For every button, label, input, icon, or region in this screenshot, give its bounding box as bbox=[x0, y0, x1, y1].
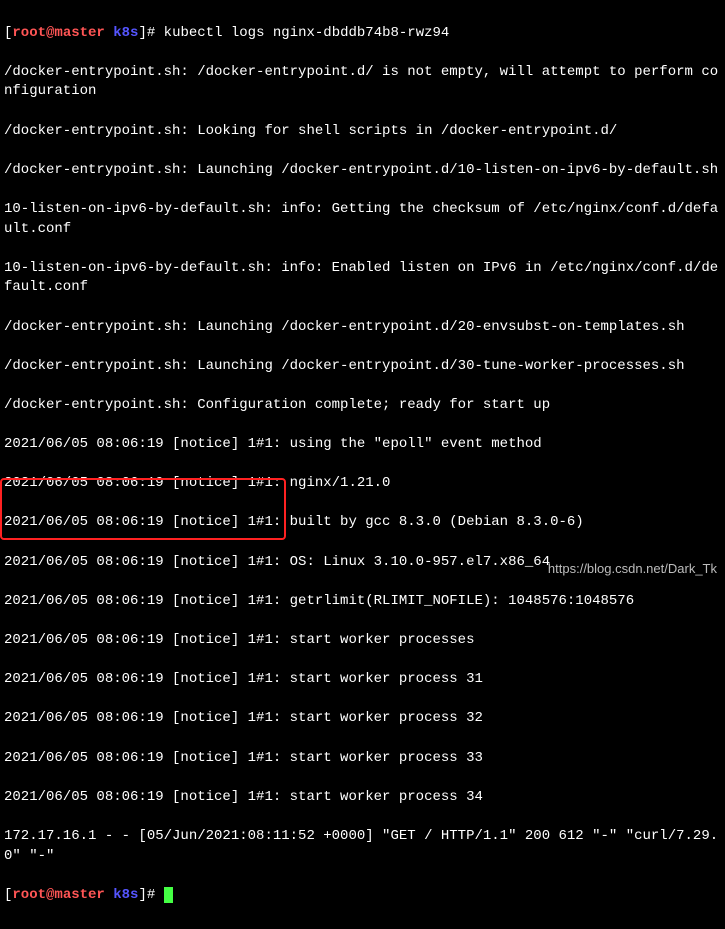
log-line: /docker-entrypoint.sh: Launching /docker… bbox=[4, 318, 721, 338]
log-line: 2021/06/05 08:06:19 [notice] 1#1: getrli… bbox=[4, 592, 721, 612]
prompt-symbol: ]# bbox=[138, 25, 163, 41]
prompt-bracket: [ bbox=[4, 887, 12, 903]
log-line: /docker-entrypoint.sh: Launching /docker… bbox=[4, 357, 721, 377]
log-line: 2021/06/05 08:06:19 [notice] 1#1: start … bbox=[4, 749, 721, 769]
log-line: 2021/06/05 08:06:19 [notice] 1#1: built … bbox=[4, 513, 721, 533]
log-line: /docker-entrypoint.sh: Looking for shell… bbox=[4, 122, 721, 142]
prompt-path: k8s bbox=[105, 887, 139, 903]
command-text: kubectl logs nginx-dbddb74b8-rwz94 bbox=[164, 25, 450, 41]
prompt-path: k8s bbox=[105, 25, 139, 41]
log-line: 2021/06/05 08:06:19 [notice] 1#1: start … bbox=[4, 631, 721, 651]
log-line: 2021/06/05 08:06:19 [notice] 1#1: nginx/… bbox=[4, 474, 721, 494]
prompt-line: [root@master k8s]# bbox=[4, 886, 721, 906]
log-line: 2021/06/05 08:06:19 [notice] 1#1: using … bbox=[4, 435, 721, 455]
terminal-output[interactable]: [root@master k8s]# kubectl logs nginx-db… bbox=[0, 0, 725, 929]
log-line: 10-listen-on-ipv6-by-default.sh: info: G… bbox=[4, 200, 721, 239]
prompt-user: root bbox=[12, 25, 46, 41]
command-line: [root@master k8s]# kubectl logs nginx-db… bbox=[4, 24, 721, 44]
log-line: /docker-entrypoint.sh: Configuration com… bbox=[4, 396, 721, 416]
prompt-host: master bbox=[54, 25, 104, 41]
log-line: 172.17.16.1 - - [05/Jun/2021:08:11:52 +0… bbox=[4, 827, 721, 866]
log-line: /docker-entrypoint.sh: /docker-entrypoin… bbox=[4, 63, 721, 102]
prompt-symbol: ]# bbox=[138, 887, 163, 903]
watermark-text: https://blog.csdn.net/Dark_Tk bbox=[548, 560, 717, 578]
log-line: 2021/06/05 08:06:19 [notice] 1#1: start … bbox=[4, 788, 721, 808]
log-line: /docker-entrypoint.sh: Launching /docker… bbox=[4, 161, 721, 181]
prompt-at: @ bbox=[46, 887, 54, 903]
prompt-user: root bbox=[12, 887, 46, 903]
prompt-host: master bbox=[54, 887, 104, 903]
cursor-block-icon bbox=[164, 887, 173, 903]
log-line: 2021/06/05 08:06:19 [notice] 1#1: start … bbox=[4, 709, 721, 729]
log-line: 10-listen-on-ipv6-by-default.sh: info: E… bbox=[4, 259, 721, 298]
log-line: 2021/06/05 08:06:19 [notice] 1#1: start … bbox=[4, 670, 721, 690]
